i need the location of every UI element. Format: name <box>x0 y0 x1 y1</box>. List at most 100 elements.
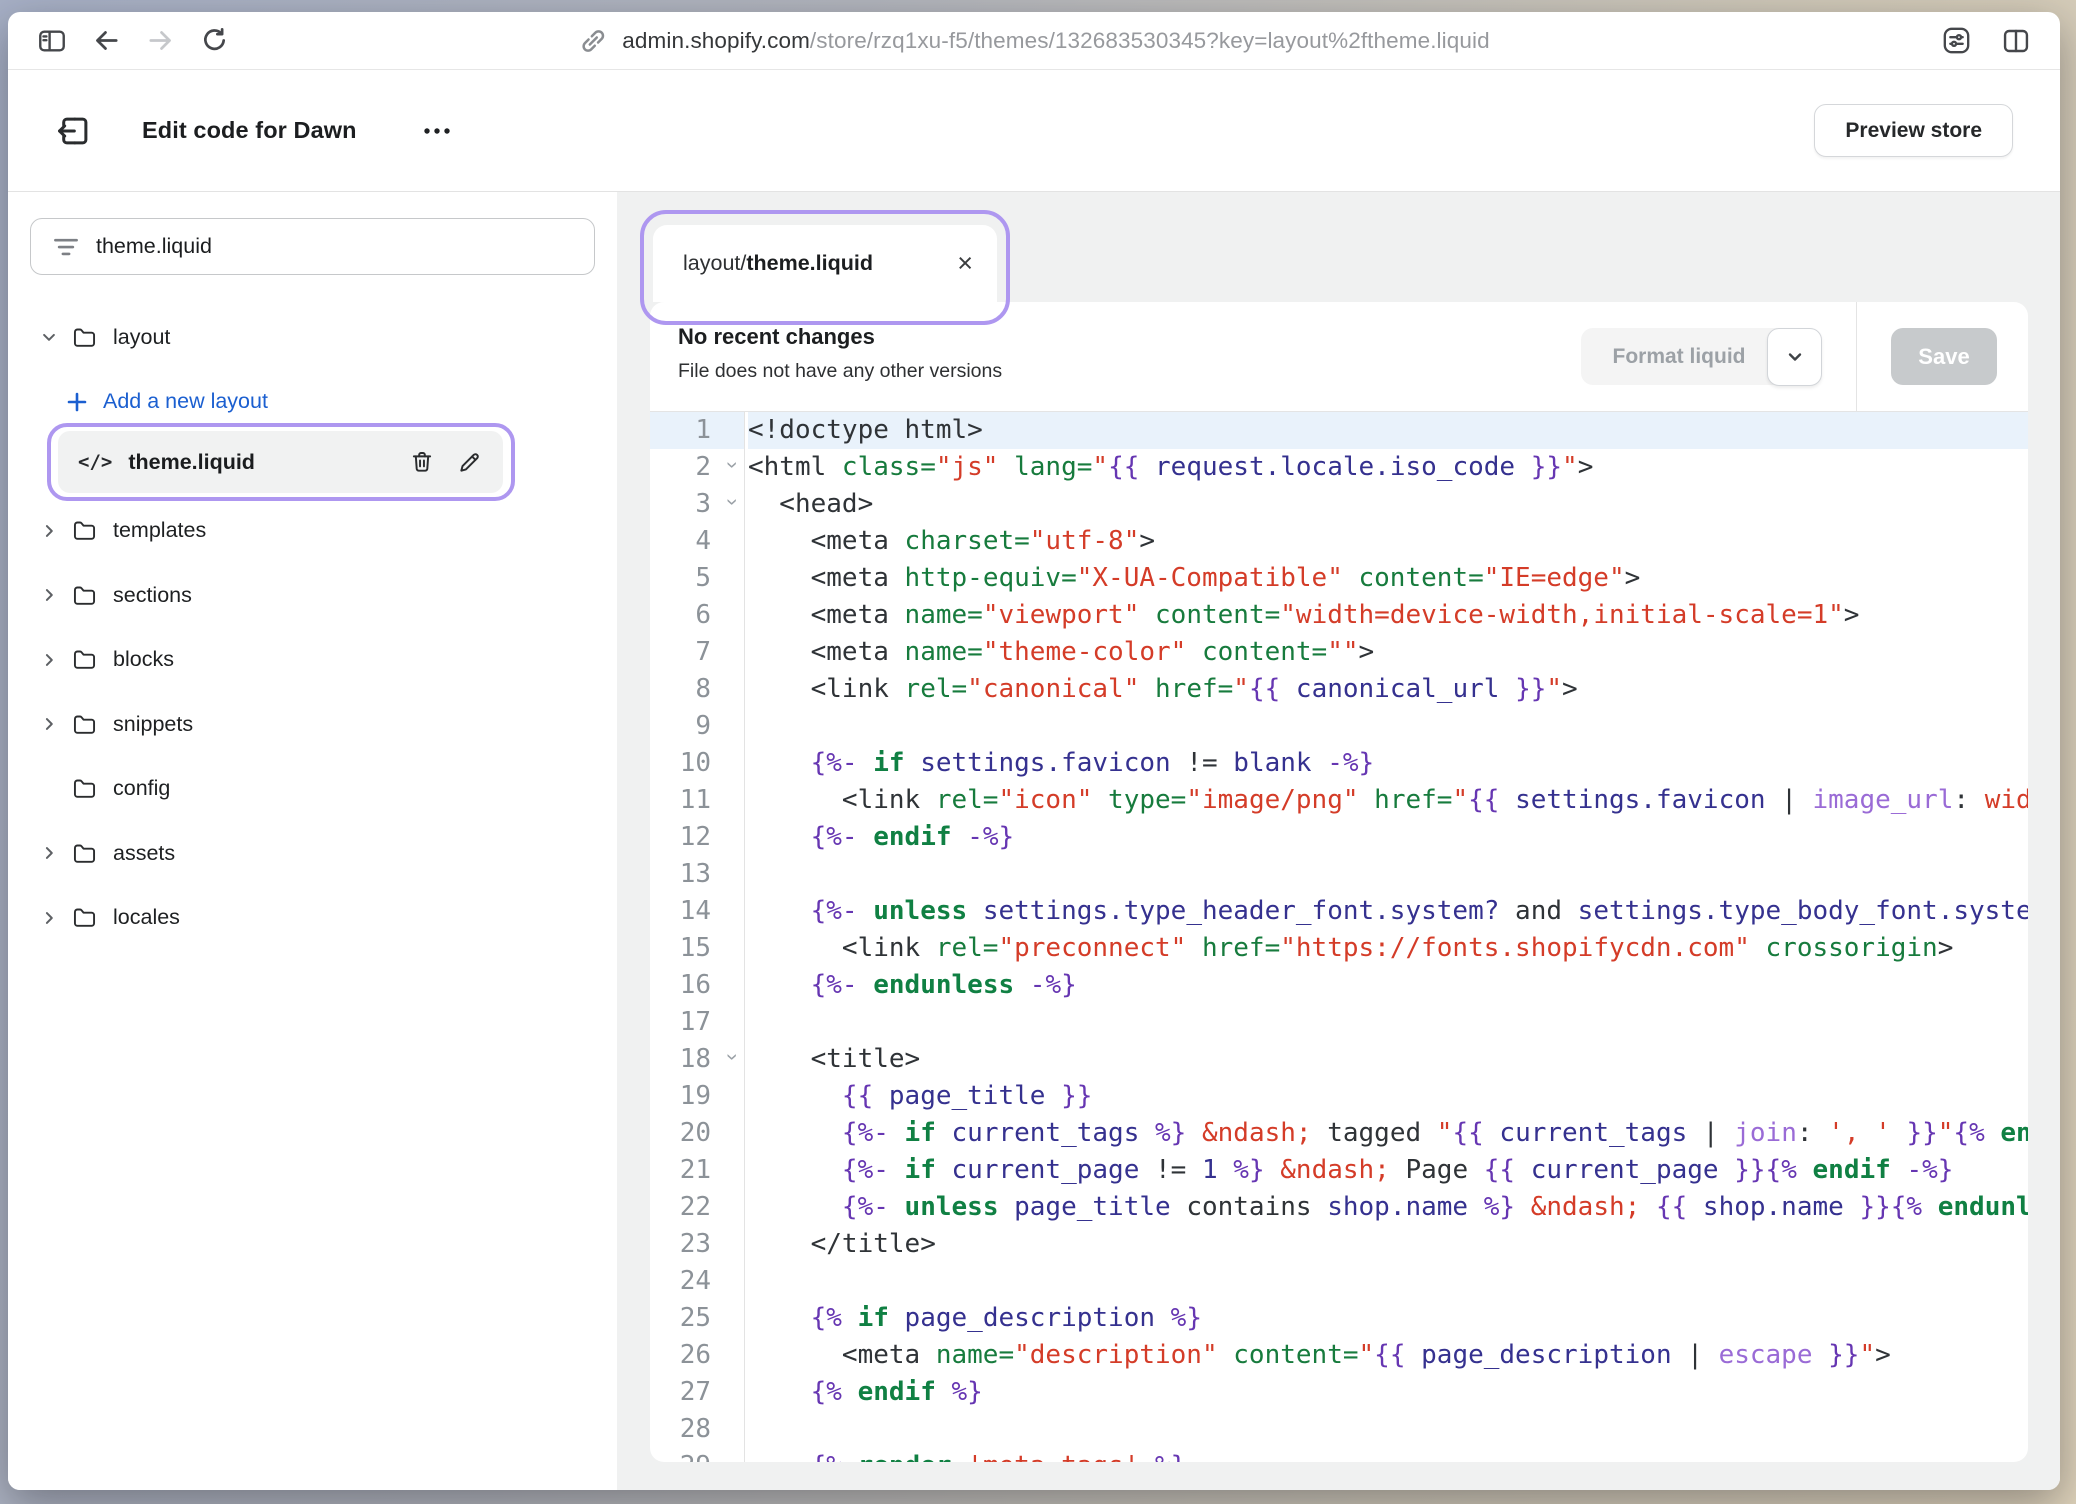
browser-chrome: admin.shopify.com/store/rzq1xu-f5/themes… <box>8 12 2060 70</box>
folder-icon <box>71 775 98 802</box>
code-line-6[interactable]: <meta name="viewport" content="width=dev… <box>748 597 2028 634</box>
exit-editor-icon[interactable] <box>55 112 93 150</box>
chevron-right-icon <box>42 588 56 602</box>
gutter-line-7: 7 <box>650 634 744 671</box>
plus-icon <box>66 391 88 413</box>
chevron-right-icon <box>42 911 56 925</box>
sidebar-item-label: config <box>113 776 170 801</box>
folder-icon <box>71 582 98 609</box>
file-tab[interactable]: layout/theme.liquid × <box>653 225 997 302</box>
tab-close-icon[interactable]: × <box>957 250 973 277</box>
folder-icon <box>71 517 98 544</box>
code-line-26[interactable]: <meta name="description" content="{{ pag… <box>748 1337 2028 1374</box>
gutter-line-8: 8 <box>650 671 744 708</box>
code-line-29[interactable]: {% render 'meta-tags' %} <box>748 1448 2028 1462</box>
sidebar-item-assets[interactable]: assets <box>8 821 617 886</box>
sidebar-item-snippets[interactable]: snippets <box>8 692 617 757</box>
sidebar-item-label: assets <box>113 841 175 866</box>
format-liquid-button[interactable]: Format liquid <box>1581 328 1777 385</box>
code-line-25[interactable]: {% if page_description %} <box>748 1300 2028 1337</box>
code-line-28[interactable] <box>748 1411 2028 1448</box>
sidebar-item-blocks[interactable]: blocks <box>8 628 617 693</box>
gutter-line-4: 4 <box>650 523 744 560</box>
code-line-22[interactable]: {%- unless page_title contains shop.name… <box>748 1189 2028 1226</box>
folder-icon <box>71 711 98 738</box>
forward-button[interactable] <box>140 21 180 61</box>
gutter-line-24: 24 <box>650 1263 744 1300</box>
gutter-line-28: 28 <box>650 1411 744 1448</box>
code-line-2[interactable]: <html class="js" lang="{{ request.locale… <box>748 449 2028 486</box>
gutter-line-27: 27 <box>650 1374 744 1411</box>
code-line-23[interactable]: </title> <box>748 1226 2028 1263</box>
chevron-down-icon <box>1785 347 1805 367</box>
fold-toggle-icon[interactable]: › <box>719 1048 745 1066</box>
code-line-7[interactable]: <meta name="theme-color" content=""> <box>748 634 2028 671</box>
trash-icon[interactable] <box>409 449 435 475</box>
code-line-24[interactable] <box>748 1263 2028 1300</box>
save-button[interactable]: Save <box>1891 328 1997 385</box>
back-button[interactable] <box>86 21 126 61</box>
gutter-line-3: 3› <box>650 486 744 523</box>
code-line-3[interactable]: <head> <box>748 486 2028 523</box>
code-line-8[interactable]: <link rel="canonical" href="{{ canonical… <box>748 671 2028 708</box>
preview-store-button[interactable]: Preview store <box>1814 104 2013 157</box>
url-host: admin.shopify.com <box>622 28 810 53</box>
fold-toggle-icon[interactable]: › <box>719 456 745 474</box>
gutter-line-9: 9 <box>650 708 744 745</box>
sidebar-item-theme-liquid-row: </> theme.liquid <box>8 434 617 499</box>
sidebar-item-locales[interactable]: locales <box>8 886 617 951</box>
file-search-input[interactable]: theme.liquid <box>30 218 595 275</box>
page-title: Edit code for Dawn <box>142 117 357 144</box>
code-line-10[interactable]: {%- if settings.favicon != blank -%} <box>748 745 2028 782</box>
code-line-17[interactable] <box>748 1004 2028 1041</box>
reload-button[interactable] <box>194 21 234 61</box>
toolbar-divider <box>1856 302 1857 412</box>
code-line-12[interactable]: {%- endif -%} <box>748 819 2028 856</box>
code-line-9[interactable] <box>748 708 2028 745</box>
gutter-line-5: 5 <box>650 560 744 597</box>
sidebar-item-config[interactable]: config <box>8 757 617 822</box>
code-line-14[interactable]: {%- unless settings.type_header_font.sys… <box>748 893 2028 930</box>
format-dropdown-button[interactable] <box>1767 328 1822 386</box>
code-line-15[interactable]: <link rel="preconnect" href="https://fon… <box>748 930 2028 967</box>
code-line-18[interactable]: <title> <box>748 1041 2028 1078</box>
gutter-line-18: 18› <box>650 1041 744 1078</box>
sidebar-item-layout[interactable]: layout <box>8 305 617 370</box>
code-line-19[interactable]: {{ page_title }} <box>748 1078 2028 1115</box>
sidebar-item-templates[interactable]: templates <box>8 499 617 564</box>
code-line-16[interactable]: {%- endunless -%} <box>748 967 2028 1004</box>
editor-toolbar: No recent changes File does not have any… <box>650 302 2028 412</box>
sidebar-item-label: layout <box>113 325 170 350</box>
more-actions-button[interactable] <box>417 124 457 138</box>
code-line-20[interactable]: {%- if current_tags %} &ndash; tagged "{… <box>748 1115 2028 1152</box>
folder-icon <box>71 324 98 351</box>
code-line-21[interactable]: {%- if current_page != 1 %} &ndash; Page… <box>748 1152 2028 1189</box>
add-new-layout-link[interactable]: Add a new layout <box>8 370 617 435</box>
gutter-line-15: 15 <box>650 930 744 967</box>
split-view-icon[interactable] <box>1996 21 2036 61</box>
fold-toggle-icon[interactable]: › <box>719 493 745 511</box>
folder-icon <box>71 904 98 931</box>
code-line-27[interactable]: {% endif %} <box>748 1374 2028 1411</box>
sidebar-item-theme-liquid[interactable]: </> theme.liquid <box>58 431 503 493</box>
gutter-line-23: 23 <box>650 1226 744 1263</box>
code-editor[interactable]: 12›3›456789101112131415161718›1920212223… <box>650 412 2028 1462</box>
code-line-5[interactable]: <meta http-equiv="X-UA-Compatible" conte… <box>748 560 2028 597</box>
gutter-line-11: 11 <box>650 782 744 819</box>
code-gutter: 12›3›456789101112131415161718›1920212223… <box>650 412 745 1462</box>
sidebar-item-label: sections <box>113 583 192 608</box>
sidebar-toggle-icon[interactable] <box>32 21 72 61</box>
rename-pencil-icon[interactable] <box>457 449 483 475</box>
tab-path-prefix: layout/ <box>683 251 746 275</box>
code-line-11[interactable]: <link rel="icon" type="image/png" href="… <box>748 782 2028 819</box>
code-line-4[interactable]: <meta charset="utf-8"> <box>748 523 2028 560</box>
browser-settings-icon[interactable] <box>1936 21 1976 61</box>
status-title: No recent changes <box>678 324 1002 350</box>
sidebar-item-sections[interactable]: sections <box>8 563 617 628</box>
code-line-1[interactable]: <!doctype html> <box>748 412 2028 449</box>
sidebar-item-label: templates <box>113 518 206 543</box>
code-line-13[interactable] <box>748 856 2028 893</box>
format-liquid-split-button: Format liquid <box>1581 328 1822 386</box>
address-bar[interactable]: admin.shopify.com/store/rzq1xu-f5/themes… <box>578 12 1489 69</box>
status-subtitle: File does not have any other versions <box>678 360 1002 383</box>
